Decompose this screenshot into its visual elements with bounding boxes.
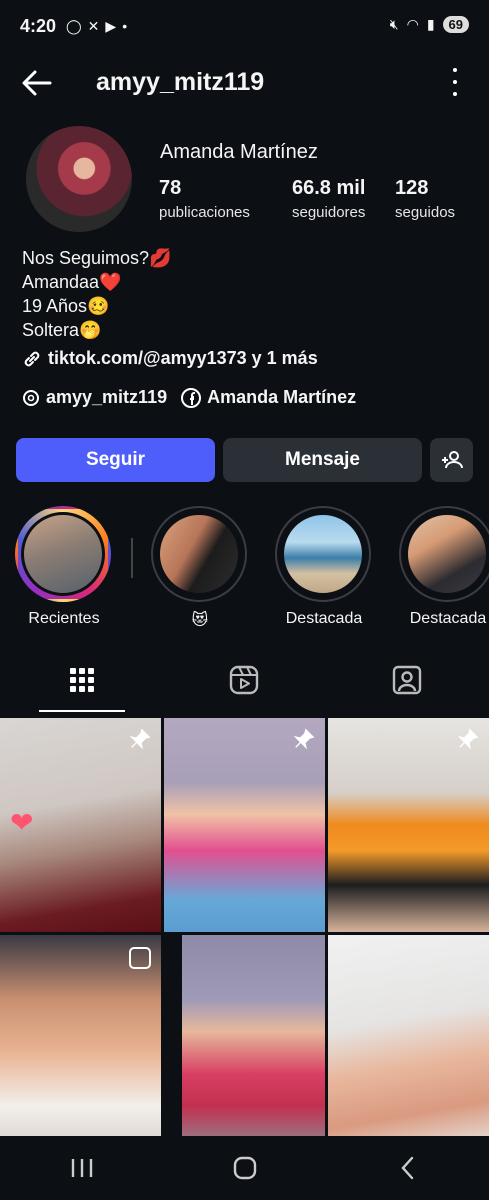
- social-links: amyy_mitz119 Amanda Martínez: [22, 387, 356, 408]
- post-thumbnail[interactable]: [328, 935, 489, 1149]
- facebook-icon: [181, 387, 202, 408]
- highlight-thumbnail: [21, 512, 105, 596]
- facebook-name: Amanda Martínez: [207, 387, 357, 407]
- more-options-icon[interactable]: [451, 68, 459, 96]
- wifi-icon: ◠: [406, 16, 419, 32]
- message-button[interactable]: Mensaje: [223, 438, 422, 482]
- highlight-thumbnail: [281, 512, 365, 596]
- highlight-ring: [15, 506, 111, 602]
- avatar[interactable]: [26, 126, 132, 232]
- add-person-icon: [441, 451, 463, 469]
- heart-sticker-icon: ❤: [10, 807, 34, 838]
- post-thumbnail[interactable]: [182, 935, 325, 1149]
- post-thumbnail[interactable]: [164, 718, 325, 932]
- bio-link[interactable]: tiktok.com/@amyy1373 y 1 más: [22, 348, 318, 369]
- threads-link[interactable]: amyy_mitz119: [22, 387, 167, 408]
- stat-value: 78: [159, 177, 182, 199]
- grid-icon: [70, 668, 94, 692]
- follow-button[interactable]: Seguir: [16, 438, 215, 482]
- tab-reels[interactable]: [224, 660, 264, 700]
- stat-followers[interactable]: 66.8 mil seguidores: [292, 177, 365, 221]
- stat-label: publicaciones: [159, 204, 250, 221]
- highlight-label: Destacada: [409, 610, 487, 627]
- highlight-thumbnail: [157, 512, 241, 596]
- pin-icon: [293, 728, 315, 750]
- highlight-thumbnail: [405, 512, 489, 596]
- highlight-cat[interactable]: 😻: [151, 506, 249, 630]
- facebook-link[interactable]: Amanda Martínez: [181, 387, 356, 408]
- tab-tagged[interactable]: [387, 660, 427, 700]
- post-thumbnail[interactable]: [0, 935, 161, 1149]
- dot-icon: •: [122, 18, 128, 34]
- highlights-divider: [131, 538, 133, 578]
- post-thumbnail[interactable]: ❤: [0, 718, 161, 932]
- stat-following[interactable]: 128 seguidos: [395, 177, 455, 221]
- pin-icon: [129, 728, 151, 750]
- youtube-icon: ▶: [105, 18, 117, 34]
- reels-icon: [229, 665, 259, 695]
- system-navigation-bar: [0, 1136, 489, 1200]
- header-username: amyy_mitz119: [96, 68, 265, 96]
- active-tab-indicator: [39, 710, 125, 712]
- status-time: 4:20: [20, 16, 57, 36]
- tagged-icon: [392, 665, 422, 695]
- threads-icon: [23, 389, 39, 406]
- back-chevron-icon: [400, 1156, 413, 1180]
- stat-label: seguidores: [292, 204, 366, 221]
- display-name: Amanda Martínez: [160, 141, 318, 163]
- pin-icon: [457, 728, 479, 750]
- bio-line: Amandaa❤️: [22, 272, 122, 292]
- stat-label: seguidos: [395, 204, 456, 221]
- recent-apps-button[interactable]: [58, 1148, 106, 1188]
- highlight-destacada-1[interactable]: Destacada: [275, 506, 373, 628]
- back-arrow-icon[interactable]: [20, 66, 54, 100]
- highlight-ring: [151, 506, 247, 602]
- highlight-recientes[interactable]: Recientes: [15, 506, 113, 628]
- highlight-ring: [275, 506, 371, 602]
- profile-tabs: [0, 660, 489, 716]
- reel-indicator-icon: [129, 947, 151, 969]
- suggested-users-button[interactable]: [430, 438, 473, 482]
- highlight-ring: [399, 506, 489, 602]
- whatsapp-icon: ◯: [66, 18, 82, 34]
- highlight-label: 😻: [191, 612, 209, 629]
- bio-line: Soltera🤭: [22, 320, 102, 340]
- notification-icons: ◯ ✕ ▶ •: [66, 18, 127, 35]
- threads-handle: amyy_mitz119: [46, 387, 168, 407]
- highlight-label: Destacada: [285, 610, 363, 627]
- stat-posts[interactable]: 78 publicaciones: [159, 177, 250, 221]
- status-bar: 4:20 ◯ ✕ ▶ • 🔇︎ ◠ ▮ 69: [0, 0, 489, 56]
- mute-icon: 🔇︎: [389, 16, 399, 32]
- recent-apps-icon: [71, 1159, 92, 1177]
- home-button[interactable]: [221, 1148, 269, 1188]
- bio-line: 19 Años🥴: [22, 296, 110, 316]
- bio-line: Nos Seguimos?💋: [22, 248, 172, 268]
- bio-link-text: tiktok.com/@amyy1373 y 1 más: [48, 348, 318, 368]
- link-icon: [24, 351, 40, 366]
- tab-grid[interactable]: [62, 660, 102, 700]
- post-thumbnail[interactable]: [328, 718, 489, 932]
- stat-value: 66.8 mil: [292, 177, 366, 199]
- highlights-row: Recientes 😻 Destacada Destacada: [0, 506, 489, 636]
- signal-icon: ▮: [426, 16, 435, 32]
- bio: Nos Seguimos?💋 Amandaa❤️ 19 Años🥴 Solter…: [22, 246, 171, 342]
- system-icons: 🔇︎ ◠ ▮ 69: [390, 16, 469, 33]
- profile-header: amyy_mitz119: [0, 56, 489, 108]
- home-icon: [233, 1156, 256, 1180]
- highlight-destacada-2[interactable]: Destacada: [399, 506, 489, 628]
- battery-indicator: 69: [442, 16, 469, 33]
- missed-call-icon: ✕: [87, 18, 100, 34]
- highlight-label: Recientes: [28, 610, 100, 627]
- stat-value: 128: [395, 177, 429, 199]
- back-button[interactable]: [384, 1148, 432, 1188]
